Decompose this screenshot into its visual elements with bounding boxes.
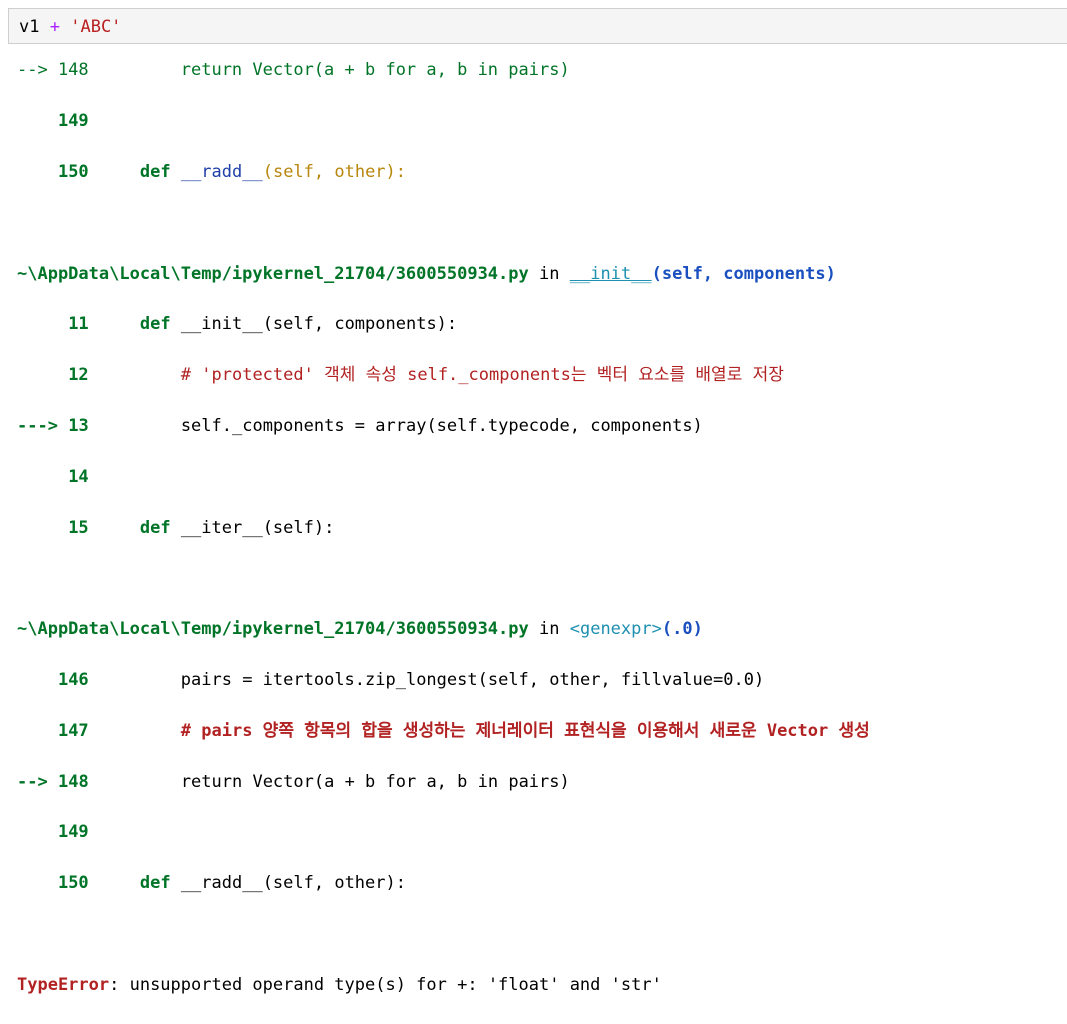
traceback-line: 150 def __radd__(self, other): bbox=[57, 162, 407, 182]
code-input-cell[interactable]: v1 + 'ABC' bbox=[8, 8, 1067, 44]
traceback-cut-line: --> 148 return Vector(a + b for a, b in … bbox=[17, 60, 570, 81]
input-string: 'ABC' bbox=[70, 17, 122, 37]
frame-header: ~\AppData\Local\Temp/ipykernel_21704/360… bbox=[17, 263, 836, 284]
traceback-line: 149 bbox=[57, 822, 89, 843]
frame-path: ~\AppData\Local\Temp/ipykernel_21704/360… bbox=[17, 263, 529, 284]
frame-function: <genexpr> bbox=[569, 619, 662, 640]
error-message: : unsupported operand type(s) for +: 'fl… bbox=[109, 974, 662, 995]
frame-path: ~\AppData\Local\Temp/ipykernel_21704/360… bbox=[17, 619, 529, 640]
traceback-line: 15 def __iter__(self): bbox=[68, 517, 335, 538]
traceback-line: 12 # 'protected' 객체 속성 self._components는… bbox=[68, 365, 784, 386]
traceback-line: 14 bbox=[68, 466, 89, 487]
traceback-line: 146 pairs = itertools.zip_longest(self, … bbox=[57, 669, 765, 690]
traceback-line-current: ---> 13 self._components = array(self.ty… bbox=[17, 415, 703, 436]
traceback-line: 11 def __init__(self, components): bbox=[68, 314, 458, 335]
error-type: TypeError bbox=[17, 974, 110, 995]
input-var: v1 bbox=[19, 17, 40, 37]
traceback-line: 149 bbox=[57, 111, 89, 132]
frame-header: ~\AppData\Local\Temp/ipykernel_21704/360… bbox=[17, 619, 703, 640]
traceback-line-current: --> 148 return Vector(a + b for a, b in … bbox=[17, 771, 570, 792]
error-line: TypeError: unsupported operand type(s) f… bbox=[17, 973, 1067, 998]
input-operator: + bbox=[49, 17, 60, 37]
traceback-output: --> 148 return Vector(a + b for a, b in … bbox=[17, 33, 1067, 1024]
frame-function: __init__ bbox=[569, 263, 652, 284]
traceback-line: 147 # pairs 양쪽 항목의 합을 생성하는 제너레이터 표현식을 이용… bbox=[57, 720, 870, 741]
traceback-line: 150 def __radd__(self, other): bbox=[57, 873, 406, 894]
